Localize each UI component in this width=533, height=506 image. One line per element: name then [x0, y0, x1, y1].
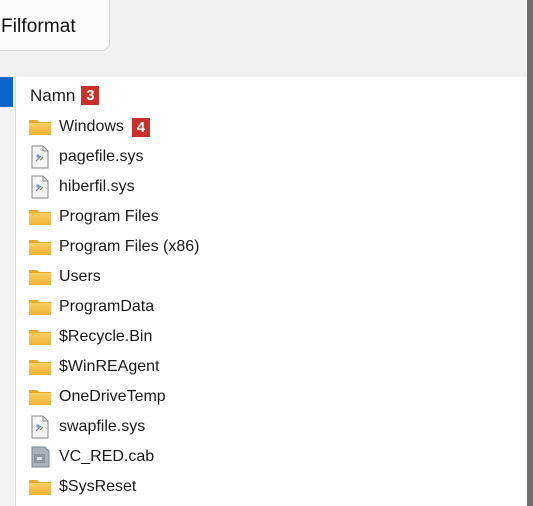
file-list-item[interactable]: Program Files [28, 202, 498, 232]
column-header-name[interactable]: Namn 3 [30, 86, 100, 106]
toolbar: Filformat [0, 0, 533, 78]
file-list-item[interactable]: Program Files (x86) [28, 232, 498, 262]
window-edge [527, 0, 533, 506]
file-name: VC_RED.cab [59, 448, 155, 465]
file-list-item[interactable]: VC_RED.cab [28, 442, 498, 472]
file-list-item[interactable]: $SysReset [28, 472, 498, 502]
file-name: $Recycle.Bin [59, 328, 153, 345]
folder-icon [28, 115, 52, 139]
tab-filformat[interactable]: Filformat [0, 0, 110, 51]
navigation-pane[interactable] [0, 77, 16, 506]
file-list-item[interactable]: OneDriveTemp [28, 382, 498, 412]
folder-icon [28, 295, 52, 319]
system-file-icon [28, 175, 52, 199]
file-list-item[interactable]: Windows 4 [28, 112, 498, 142]
file-list-item[interactable]: ProgramData [28, 292, 498, 322]
file-list-item[interactable]: swapfile.sys [28, 412, 498, 442]
folder-icon [28, 385, 52, 409]
folder-icon [28, 235, 52, 259]
folder-icon [28, 265, 52, 289]
system-file-icon [28, 415, 52, 439]
file-list-item[interactable]: pagefile.sys [28, 142, 498, 172]
file-name: OneDriveTemp [59, 388, 166, 405]
file-list-item[interactable]: $WinREAgent [28, 352, 498, 382]
file-name: hiberfil.sys [59, 178, 135, 195]
file-list-pane: Namn 3 Windows 4 pagefile.sys hiberfil.sys Pr… [16, 77, 527, 506]
file-list-item[interactable]: $Recycle.Bin [28, 322, 498, 352]
file-name: Users [59, 268, 101, 285]
folder-icon [28, 325, 52, 349]
folder-icon [28, 355, 52, 379]
column-header-label: Namn [30, 86, 76, 105]
file-name: $SysReset [59, 478, 137, 495]
callout-badge: 4 [131, 117, 150, 137]
tab-label: Filformat [1, 16, 76, 37]
folder-icon [28, 205, 52, 229]
file-name: pagefile.sys [59, 148, 144, 165]
file-name: Windows [59, 118, 124, 135]
file-list-item[interactable]: hiberfil.sys [28, 172, 498, 202]
callout-badge: 3 [81, 86, 100, 105]
file-name: Program Files [59, 208, 159, 225]
file-name: swapfile.sys [59, 418, 146, 435]
system-file-icon [28, 145, 52, 169]
file-name: $WinREAgent [59, 358, 160, 375]
file-list-item[interactable]: Users [28, 262, 498, 292]
folder-icon [28, 475, 52, 499]
navigation-selected-item[interactable] [0, 77, 13, 107]
file-name: Program Files (x86) [59, 238, 200, 255]
explorer-window: Filformat Namn 3 Windows 4 pagefile.sys hibe… [0, 0, 533, 506]
cabinet-file-icon [28, 445, 52, 469]
file-name: ProgramData [59, 298, 155, 315]
